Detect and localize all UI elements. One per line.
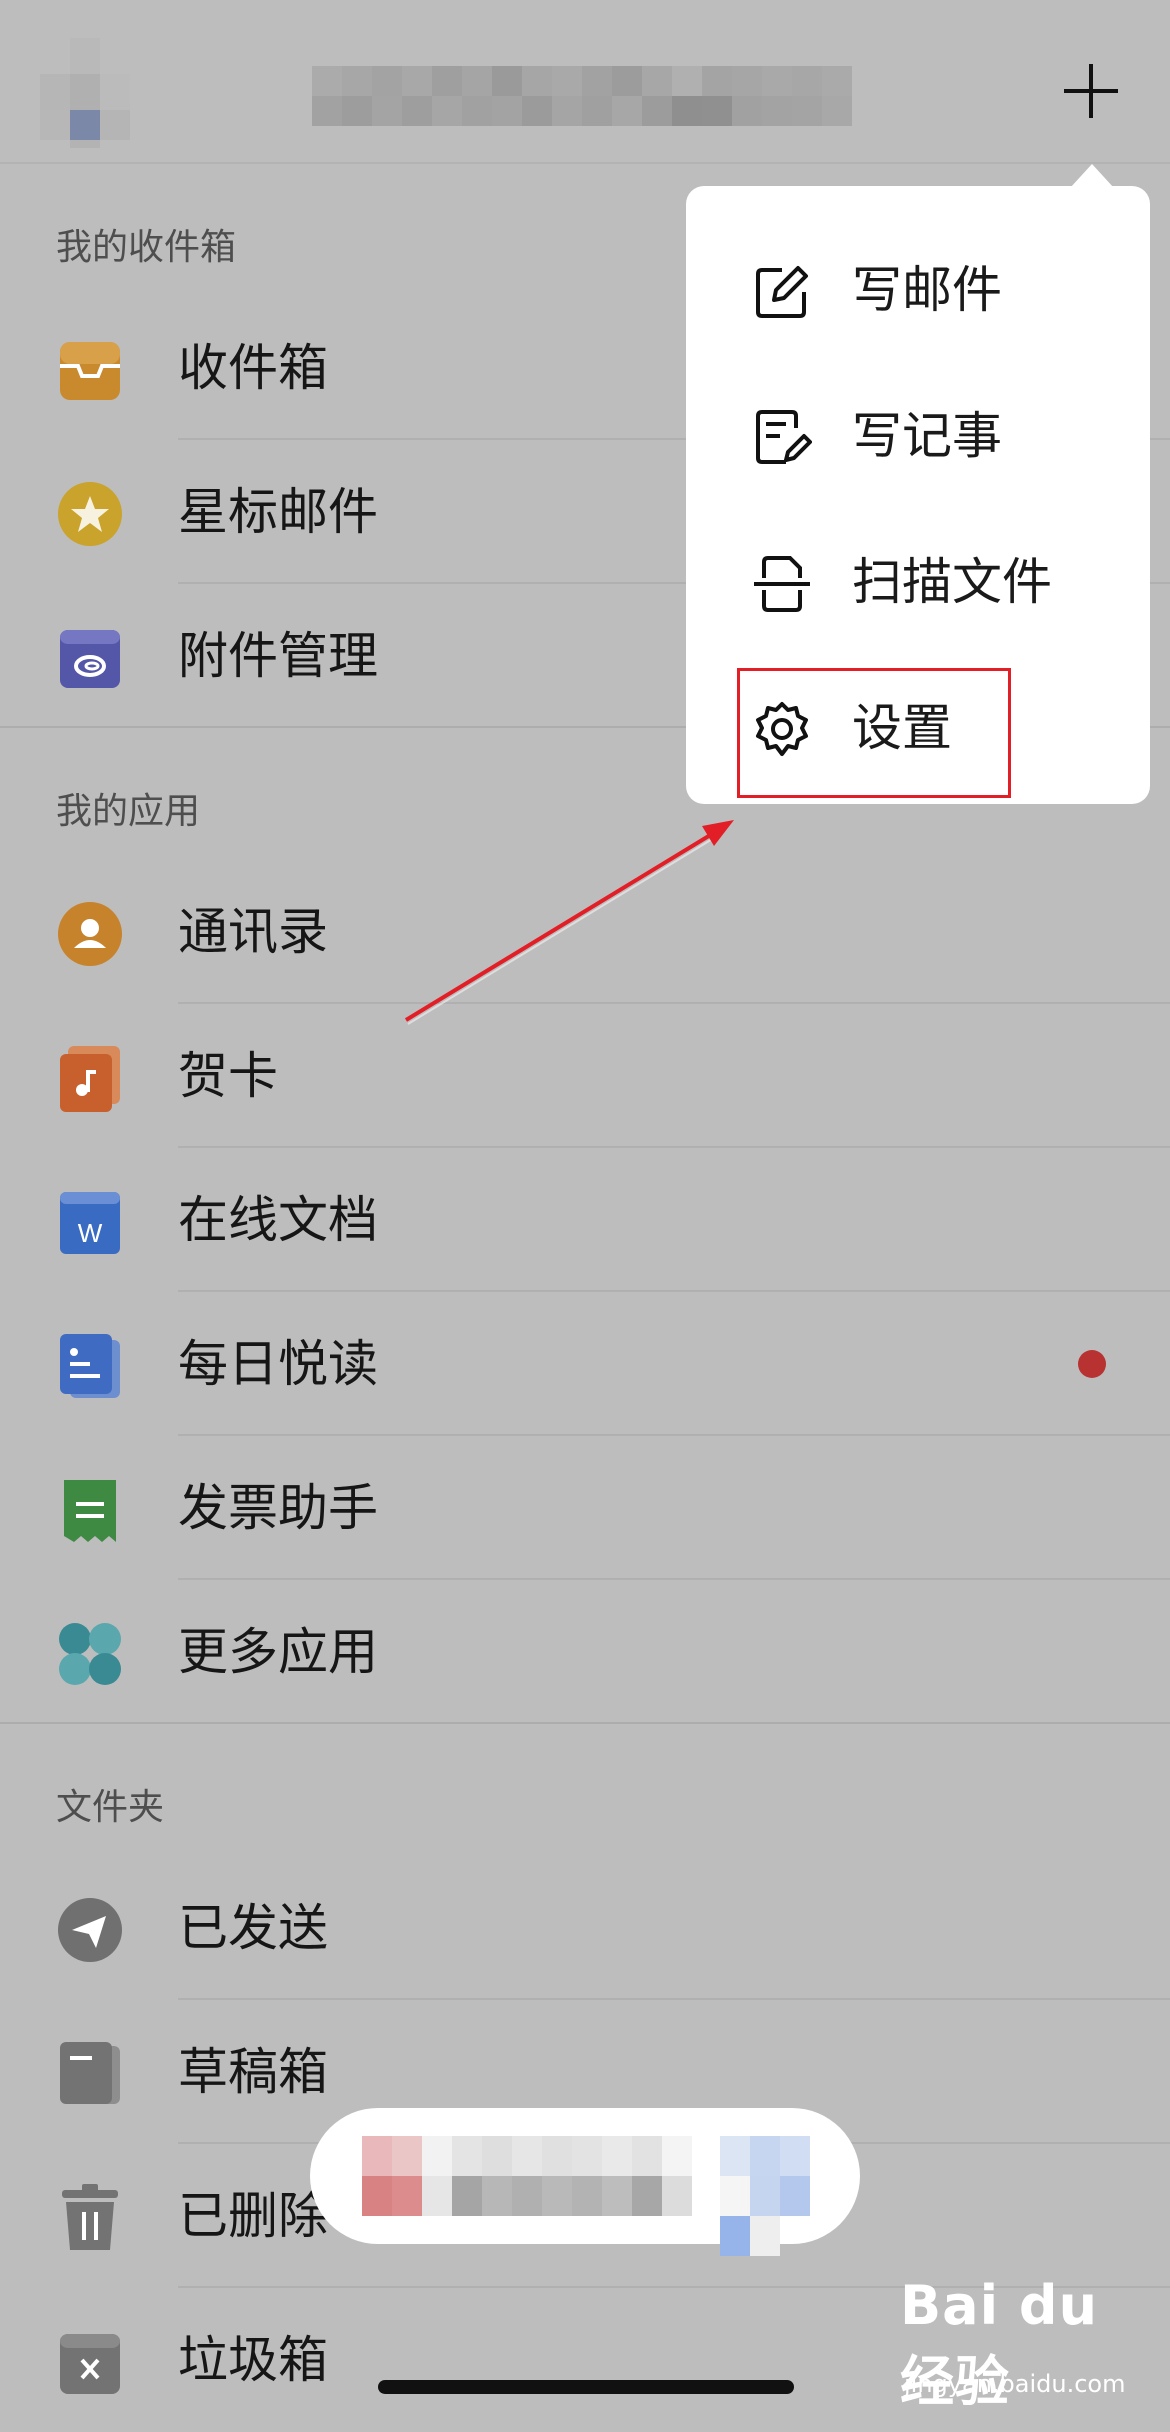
more-apps-icon <box>59 1623 121 1685</box>
unread-badge-dot <box>1078 1350 1106 1378</box>
account-email-title <box>312 66 852 126</box>
app-item-invoice-helper[interactable]: 发票助手 <box>0 1436 1170 1580</box>
app-item-greeting-card[interactable]: 贺卡 <box>0 1004 1170 1148</box>
scan-icon <box>754 556 810 612</box>
account-avatar[interactable] <box>40 38 132 148</box>
header-bar <box>0 0 1170 164</box>
annotation-highlight-box <box>737 668 1011 798</box>
app-item-more-apps[interactable]: 更多应用 <box>0 1580 1170 1724</box>
app-item-label: 在线文档 <box>178 1191 378 1249</box>
daily-reading-icon <box>60 1334 120 1398</box>
home-indicator[interactable] <box>378 2380 794 2394</box>
attachment-icon <box>60 630 120 688</box>
menu-item-scan[interactable]: 扫描文件 <box>686 512 1150 652</box>
blurred-toast-text <box>362 2136 722 2216</box>
watermark-url: jingyan.baidu.com <box>904 2370 1126 2398</box>
menu-item-label: 写记事 <box>852 407 1002 465</box>
sidebar-item-label: 收件箱 <box>178 339 328 397</box>
app-item-label: 通讯录 <box>178 903 328 961</box>
sidebar-item-label: 附件管理 <box>178 627 378 685</box>
app-item-label: 更多应用 <box>178 1623 378 1681</box>
invoice-icon <box>64 1480 116 1542</box>
blurred-toast-icon <box>720 2136 830 2256</box>
app-item-daily-reading[interactable]: 每日悦读 <box>0 1292 1170 1436</box>
section-folders: 文件夹 <box>56 1787 165 1828</box>
folder-item-label: 已删除 <box>178 2187 328 2245</box>
menu-item-compose[interactable]: 写邮件 <box>686 220 1150 360</box>
sidebar-item-label: 星标邮件 <box>178 483 378 541</box>
baidu-watermark: Bai du 经验 jingyan.baidu.com <box>900 2274 1160 2413</box>
contacts-icon <box>58 902 122 966</box>
svg-text:W: W <box>78 1218 103 1248</box>
folder-item-label: 草稿箱 <box>178 2043 328 2101</box>
menu-item-label: 扫描文件 <box>852 553 1052 611</box>
sent-plane-icon <box>58 1898 122 1962</box>
app-item-online-docs[interactable]: W 在线文档 <box>0 1148 1170 1292</box>
blurred-toast <box>310 2108 860 2256</box>
note-icon <box>756 410 812 464</box>
add-plus-icon[interactable] <box>1060 60 1122 122</box>
menu-item-note[interactable]: 写记事 <box>686 366 1150 506</box>
greeting-card-icon <box>60 1046 120 1112</box>
compose-icon <box>756 266 808 318</box>
menu-item-label: 写邮件 <box>852 261 1002 319</box>
word-doc-icon: W <box>60 1192 120 1254</box>
app-item-contacts[interactable]: 通讯录 <box>0 860 1170 1004</box>
folder-item-sent[interactable]: 已发送 <box>0 1856 1170 2000</box>
trash-icon <box>62 2184 118 2250</box>
app-item-label: 贺卡 <box>178 1047 278 1105</box>
section-divider <box>0 1722 1170 1724</box>
draft-icon <box>60 2042 120 2104</box>
section-my-apps: 我的应用 <box>56 791 201 832</box>
star-icon <box>58 482 122 546</box>
app-item-label: 发票助手 <box>178 1479 378 1537</box>
spam-box-icon <box>60 2334 120 2394</box>
folder-item-label: 垃圾箱 <box>178 2331 328 2389</box>
folder-item-label: 已发送 <box>178 1899 328 1957</box>
menu-pointer <box>1070 164 1114 188</box>
section-my-inbox: 我的收件箱 <box>56 227 237 268</box>
app-item-label: 每日悦读 <box>178 1335 378 1393</box>
inbox-tray-icon <box>60 342 120 400</box>
